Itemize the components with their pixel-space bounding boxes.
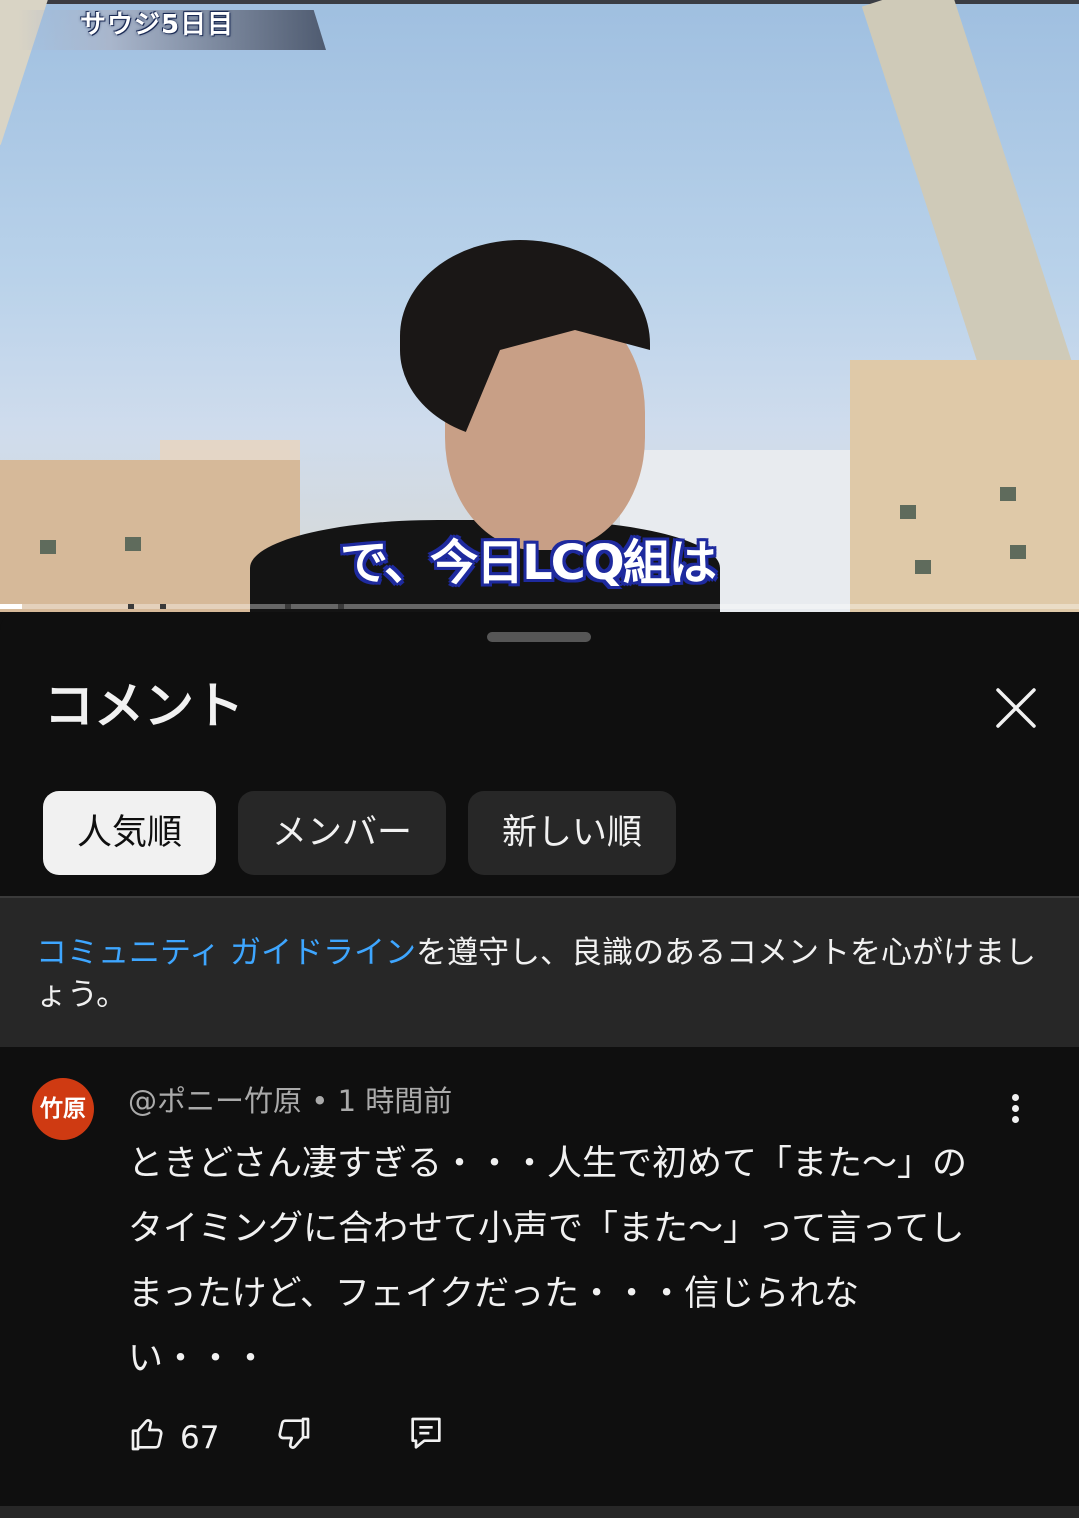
video-player[interactable]: サウジ5日目 で、今日LCQ組は [0, 0, 1079, 612]
reply-button[interactable] [406, 1414, 446, 1458]
like-button[interactable] [128, 1414, 168, 1458]
sort-chips: 人気順 メンバー 新しい順 [43, 791, 677, 875]
scene-building-right [850, 360, 1079, 612]
chapter-marker [128, 604, 134, 609]
chapter-marker [160, 604, 166, 609]
scene-window [1000, 487, 1016, 501]
scene-window [1010, 545, 1026, 559]
bottom-bar [0, 1506, 1079, 1518]
video-subtitle: で、今日LCQ組は [340, 535, 717, 591]
comment-author[interactable]: @ポニー竹原 [128, 1084, 302, 1118]
video-overlay-title: サウジ5日目 [18, 10, 326, 50]
video-progress-bar[interactable] [0, 604, 1079, 609]
drag-handle[interactable] [487, 632, 591, 642]
reply-icon [411, 1417, 441, 1449]
more-vert-icon[interactable] [1000, 1090, 1030, 1130]
scene-window [900, 505, 916, 519]
comment-text: ときどさん凄すぎる・・・人生で初めて「また〜」のタイミングに合わせて小声で「また… [128, 1144, 967, 1379]
chip-members[interactable]: メンバー [238, 791, 447, 875]
scene-window [915, 560, 931, 574]
like-count: 67 [180, 1420, 220, 1456]
dislike-button[interactable] [273, 1414, 313, 1458]
community-notice: コミュニティ ガイドラインを遵守し、良識のあるコメントを心がけましょう。 [0, 896, 1079, 1047]
avatar[interactable]: 竹原 [32, 1078, 94, 1140]
panel-title: コメント [44, 677, 244, 735]
chip-newest[interactable]: 新しい順 [468, 791, 677, 875]
comments-panel: コメント 人気順 メンバー 新しい順 コミュニティ ガイドラインを遵守し、良識の… [0, 612, 1079, 1518]
scene-window [125, 537, 141, 551]
scene-window [40, 540, 56, 554]
comment-time: 1 時間前 [337, 1084, 453, 1118]
close-icon [996, 688, 1036, 728]
chapter-marker [338, 604, 344, 609]
meta-separator: • [302, 1084, 338, 1118]
video-overlay-title-text: サウジ5日目 [80, 10, 235, 40]
chapter-marker [285, 604, 291, 609]
chip-popular[interactable]: 人気順 [43, 791, 217, 875]
comment-meta: @ポニー竹原 • 1 時間前 [128, 1080, 452, 1122]
video-progress-fill [0, 604, 22, 609]
close-button[interactable] [990, 682, 1042, 734]
thumbs-down-icon [278, 1417, 310, 1449]
thumbs-up-icon [131, 1419, 163, 1451]
community-guidelines-link[interactable]: コミュニティ ガイドライン [36, 935, 416, 971]
